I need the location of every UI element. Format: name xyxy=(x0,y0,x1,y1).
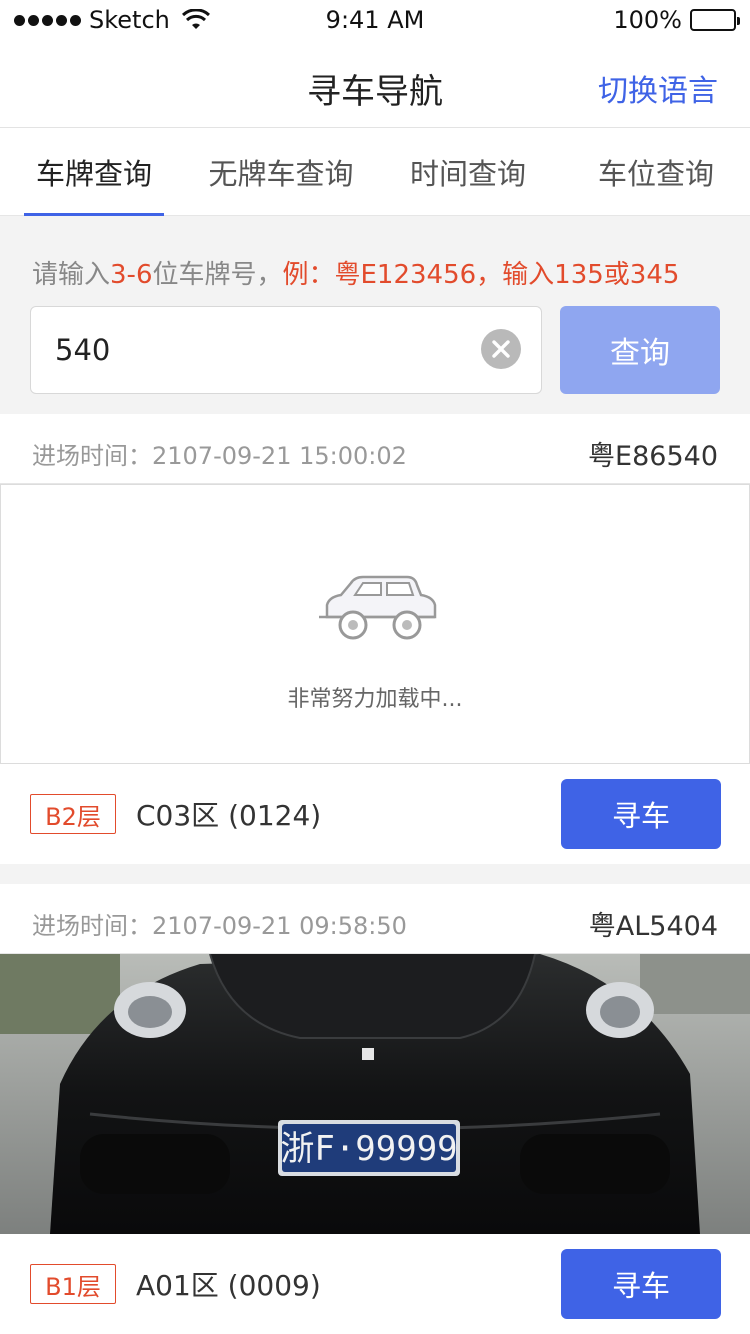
hint-example: 例：粤E123456，输入135或345 xyxy=(282,260,680,290)
car-photo-illustration: 浙F·99999 xyxy=(0,954,750,1234)
result-card: 进场时间：2107-09-21 15:00:02 粤E86540 非常努力加载中… xyxy=(0,414,750,864)
battery-percent: 100% xyxy=(613,6,682,34)
query-button[interactable]: 查询 xyxy=(560,306,720,394)
hint-prefix: 请输入 xyxy=(32,260,111,290)
parking-zone: A01区 (0009) xyxy=(136,1269,321,1302)
entry-time: 进场时间：2107-09-21 15:00:02 xyxy=(32,442,407,470)
hint-mid: 位车牌号， xyxy=(152,260,283,290)
tab-time-query[interactable]: 时间查询 xyxy=(374,128,562,216)
entry-time: 进场时间：2107-09-21 09:58:50 xyxy=(32,912,407,940)
tab-label: 车牌查询 xyxy=(35,157,152,191)
query-tabs: 车牌查询 无牌车查询 时间查询 车位查询 xyxy=(0,128,750,217)
search-hint: 请输入3-6位车牌号，例：粤E123456，输入135或345 xyxy=(32,254,679,291)
tab-label: 无牌车查询 xyxy=(208,157,354,191)
floor-badge: B1层 xyxy=(30,1264,116,1304)
result-footer: B2层 C03区 (0124) 寻车 xyxy=(0,764,750,864)
car-icon xyxy=(319,575,437,640)
battery-icon xyxy=(690,9,740,31)
close-icon xyxy=(492,340,510,358)
plate-search-field xyxy=(30,306,542,394)
find-car-button[interactable]: 寻车 xyxy=(561,779,721,849)
battery-status: 100% xyxy=(613,6,740,34)
plate-number: 粤AL5404 xyxy=(588,911,718,942)
switch-language-button[interactable]: 切换语言 xyxy=(598,66,718,110)
tab-label: 车位查询 xyxy=(597,157,714,191)
clear-input-button[interactable] xyxy=(481,329,521,369)
status-bar: Sketch 9:41 AM 100% xyxy=(0,0,750,40)
car-image-placeholder: 非常努力加载中... xyxy=(0,484,750,764)
result-header: 进场时间：2107-09-21 15:00:02 粤E86540 xyxy=(0,414,750,484)
hint-range: 3-6 xyxy=(110,260,153,290)
tab-unlicensed-query[interactable]: 无牌车查询 xyxy=(188,128,374,216)
nav-bar: 寻车导航 切换语言 xyxy=(0,40,750,128)
tab-label: 时间查询 xyxy=(409,157,526,191)
result-card: 进场时间：2107-09-21 09:58:50 粤AL5404 浙F·9999… xyxy=(0,884,750,1334)
car-photo: 浙F·99999 xyxy=(0,954,750,1234)
floor-badge: B2层 xyxy=(30,794,116,834)
photo-plate-text: 浙F·99999 xyxy=(280,1129,457,1169)
parking-zone: C03区 (0124) xyxy=(136,799,322,832)
result-header: 进场时间：2107-09-21 09:58:50 粤AL5404 xyxy=(0,884,750,954)
plate-search-input[interactable] xyxy=(55,307,475,393)
search-panel: 请输入3-6位车牌号，例：粤E123456，输入135或345 查询 xyxy=(0,216,750,414)
plate-number: 粤E86540 xyxy=(588,441,718,472)
tab-space-query[interactable]: 车位查询 xyxy=(562,128,750,216)
result-footer: B1层 A01区 (0009) 寻车 xyxy=(0,1234,750,1334)
tab-plate-query[interactable]: 车牌查询 xyxy=(0,128,188,217)
find-car-button[interactable]: 寻车 xyxy=(561,1249,721,1319)
loading-text: 非常努力加载中... xyxy=(287,687,463,712)
